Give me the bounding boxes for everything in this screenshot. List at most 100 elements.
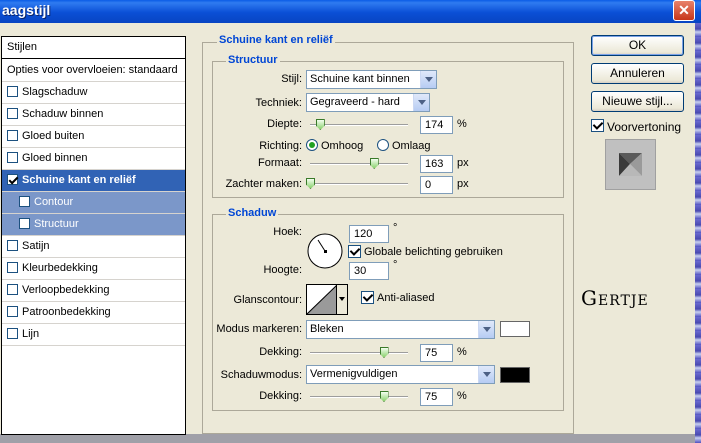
- styles-header[interactable]: Stijlen: [2, 37, 185, 59]
- shadow-opacity-track[interactable]: [310, 396, 408, 398]
- close-icon: ✕: [678, 2, 690, 18]
- title-bar: aagstijl ✕: [0, 0, 701, 23]
- new-style-button[interactable]: Nieuwe stijl...: [591, 91, 684, 112]
- highlight-color-swatch[interactable]: [500, 321, 530, 337]
- window-title: aagstijl: [2, 2, 51, 18]
- altitude-unit: °: [393, 259, 398, 271]
- chevron-down-icon[interactable]: [478, 366, 494, 383]
- sidebar-item-outer-glow[interactable]: Gloed buiten: [2, 126, 185, 148]
- angle-input[interactable]: 120: [349, 225, 389, 243]
- sidebar-item-contour[interactable]: Contour: [2, 192, 185, 214]
- sidebar-checkbox[interactable]: [7, 328, 18, 339]
- sidebar-item-color-overlay[interactable]: Kleurbedekking: [2, 258, 185, 280]
- shadow-opacity-input[interactable]: 75: [420, 388, 453, 406]
- preview-label[interactable]: Voorvertoning: [607, 120, 681, 134]
- shadow-mode-label: Schaduwmodus:: [220, 369, 302, 381]
- global-light-label[interactable]: Globale belichting gebruiken: [364, 246, 503, 258]
- depth-input[interactable]: 174: [420, 116, 453, 134]
- chevron-down-icon[interactable]: [413, 94, 429, 111]
- sidebar-checkbox[interactable]: [7, 174, 18, 185]
- depth-label: Diepte:: [267, 118, 302, 130]
- sidebar-item-label: Kleurbedekking: [22, 262, 98, 274]
- sidebar-checkbox[interactable]: [7, 306, 18, 317]
- sidebar-checkbox[interactable]: [7, 130, 18, 141]
- soften-input[interactable]: 0: [420, 176, 453, 194]
- highlight-opacity-input[interactable]: 75: [420, 344, 453, 362]
- altitude-input[interactable]: 30: [349, 262, 389, 280]
- shadow-mode-select[interactable]: Vermenigvuldigen: [306, 365, 495, 384]
- shading-title: Schaduw: [226, 207, 279, 219]
- sidebar-checkbox[interactable]: [19, 218, 30, 229]
- style-select[interactable]: Schuine kant binnen: [306, 70, 437, 89]
- anti-aliased-checkbox[interactable]: [361, 291, 374, 304]
- sidebar-item-label: Verloopbedekking: [22, 284, 110, 296]
- shadow-color-swatch[interactable]: [500, 367, 530, 383]
- angle-dial[interactable]: [306, 232, 344, 270]
- technique-select-value: Gegraveerd - hard: [310, 96, 400, 108]
- sidebar-item-drop-shadow[interactable]: Slagschaduw: [2, 82, 185, 104]
- sidebar-checkbox[interactable]: [7, 240, 18, 251]
- soften-label: Zachter maken:: [225, 178, 302, 190]
- anti-aliased-label[interactable]: Anti-aliased: [377, 292, 434, 304]
- preview-checkbox[interactable]: [591, 119, 604, 132]
- sidebar-item-pattern-overlay[interactable]: Patroonbedekking: [2, 302, 185, 324]
- soften-slider-track[interactable]: [310, 183, 408, 185]
- styles-list: Stijlen Opties voor overvloeien: standaa…: [1, 36, 186, 435]
- sidebar-checkbox[interactable]: [19, 196, 30, 207]
- size-slider-track[interactable]: [310, 163, 408, 165]
- sidebar-item-label: Schuine kant en reliëf: [22, 174, 136, 186]
- chevron-down-icon[interactable]: [420, 71, 436, 88]
- sidebar-item-bevel-emboss[interactable]: Schuine kant en reliëf: [2, 170, 185, 192]
- sidebar-item-label: Gloed buiten: [22, 130, 85, 142]
- direction-up-radio[interactable]: [306, 139, 318, 151]
- sidebar-item-label: Lijn: [22, 328, 40, 340]
- depth-unit: %: [457, 118, 467, 130]
- highlight-mode-value: Bleken: [310, 323, 344, 335]
- sidebar-checkbox[interactable]: [7, 86, 18, 97]
- gloss-contour-picker[interactable]: [306, 284, 348, 315]
- ok-button[interactable]: OK: [591, 35, 684, 56]
- highlight-opacity-label: Dekking:: [259, 346, 302, 358]
- angle-unit: °: [393, 222, 398, 234]
- sidebar-item-label: Structuur: [34, 218, 79, 230]
- size-label: Formaat:: [257, 157, 302, 169]
- size-input[interactable]: 163: [420, 155, 453, 173]
- size-unit: px: [457, 157, 469, 169]
- sidebar-item-inner-glow[interactable]: Gloed binnen: [2, 148, 185, 170]
- sidebar-item-inner-shadow[interactable]: Schaduw binnen: [2, 104, 185, 126]
- direction-down-radio[interactable]: [377, 139, 389, 151]
- direction-down-label[interactable]: Omlaag: [392, 140, 431, 152]
- global-light-checkbox[interactable]: [348, 245, 361, 258]
- sidebar-item-label: Contour: [34, 196, 74, 208]
- sidebar-checkbox[interactable]: [7, 284, 18, 295]
- technique-select[interactable]: Gegraveerd - hard: [306, 93, 430, 112]
- sidebar-item-label: Opties voor overvloeien: standaard: [7, 64, 178, 76]
- chevron-down-icon[interactable]: [336, 285, 347, 314]
- background-window-edge: [695, 23, 701, 443]
- highlight-mode-select[interactable]: Bleken: [306, 320, 495, 339]
- cancel-button[interactable]: Annuleren: [591, 63, 684, 84]
- sidebar-item-texture[interactable]: Structuur: [2, 214, 185, 236]
- sidebar-checkbox[interactable]: [7, 262, 18, 273]
- highlight-opacity-track[interactable]: [310, 352, 408, 354]
- shadow-mode-value: Vermenigvuldigen: [310, 368, 398, 380]
- author-logo: Gertje: [581, 286, 649, 310]
- sidebar-item-label: Schaduw binnen: [22, 108, 104, 120]
- sidebar-item-label: Patroonbedekking: [22, 306, 111, 318]
- direction-label: Richting:: [259, 140, 302, 152]
- contour-curve-icon: [307, 285, 337, 314]
- angle-label: Hoek:: [273, 226, 302, 238]
- sidebar-item-label: Satijn: [22, 240, 50, 252]
- chevron-down-icon[interactable]: [478, 321, 494, 338]
- sidebar-checkbox[interactable]: [7, 152, 18, 163]
- sidebar-checkbox[interactable]: [7, 108, 18, 119]
- technique-label: Techniek:: [255, 97, 302, 109]
- sidebar-item-stroke[interactable]: Lijn: [2, 324, 185, 346]
- style-select-value: Schuine kant binnen: [310, 73, 410, 85]
- sidebar-item-gradient-overlay[interactable]: Verloopbedekking: [2, 280, 185, 302]
- sidebar-item-satin[interactable]: Satijn: [2, 236, 185, 258]
- direction-up-label[interactable]: Omhoog: [321, 140, 363, 152]
- style-label: Stijl:: [281, 73, 302, 85]
- close-button[interactable]: ✕: [673, 0, 695, 21]
- sidebar-item-blending-options[interactable]: Opties voor overvloeien: standaard: [2, 60, 185, 82]
